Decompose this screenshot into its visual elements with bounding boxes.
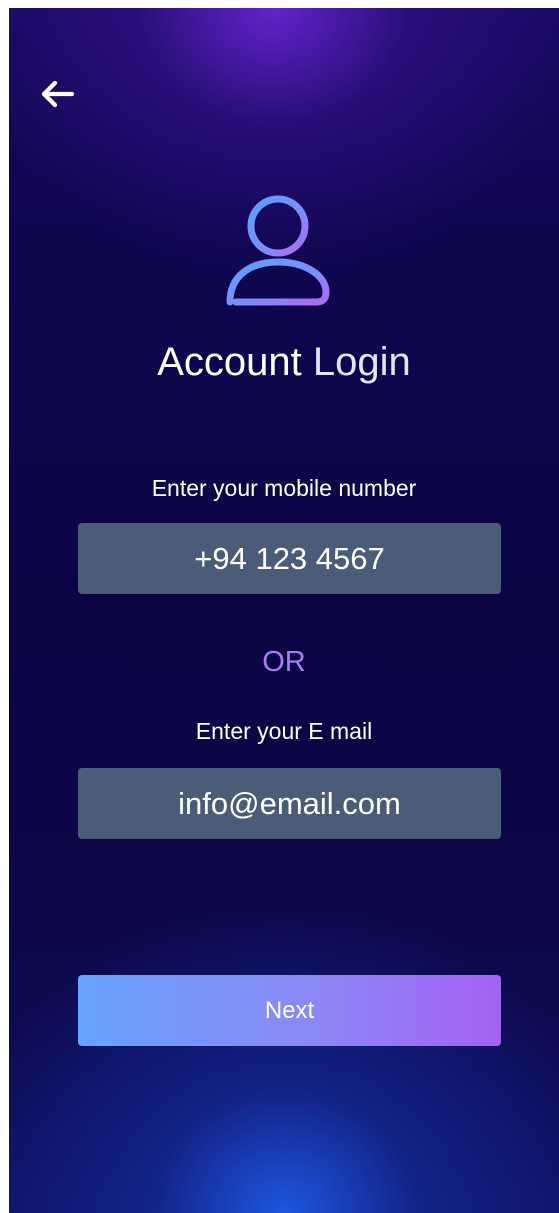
avatar bbox=[220, 192, 336, 310]
email-label: Enter your E mail bbox=[195, 718, 373, 744]
page-title: Account Login bbox=[9, 338, 559, 386]
next-button[interactable]: Next bbox=[78, 975, 501, 1046]
page-title-light: Login bbox=[312, 340, 411, 384]
user-icon bbox=[226, 195, 330, 306]
mobile-label: Enter your mobile number bbox=[151, 475, 417, 501]
page-title-strong: Account bbox=[157, 340, 302, 384]
email-input[interactable] bbox=[78, 768, 501, 839]
back-button[interactable] bbox=[39, 78, 75, 110]
login-screen: Account Login Enter your mobile number O… bbox=[9, 8, 559, 1213]
arrow-left-icon bbox=[41, 80, 75, 108]
or-separator: OR bbox=[262, 646, 306, 678]
mobile-number-input[interactable] bbox=[78, 523, 501, 594]
